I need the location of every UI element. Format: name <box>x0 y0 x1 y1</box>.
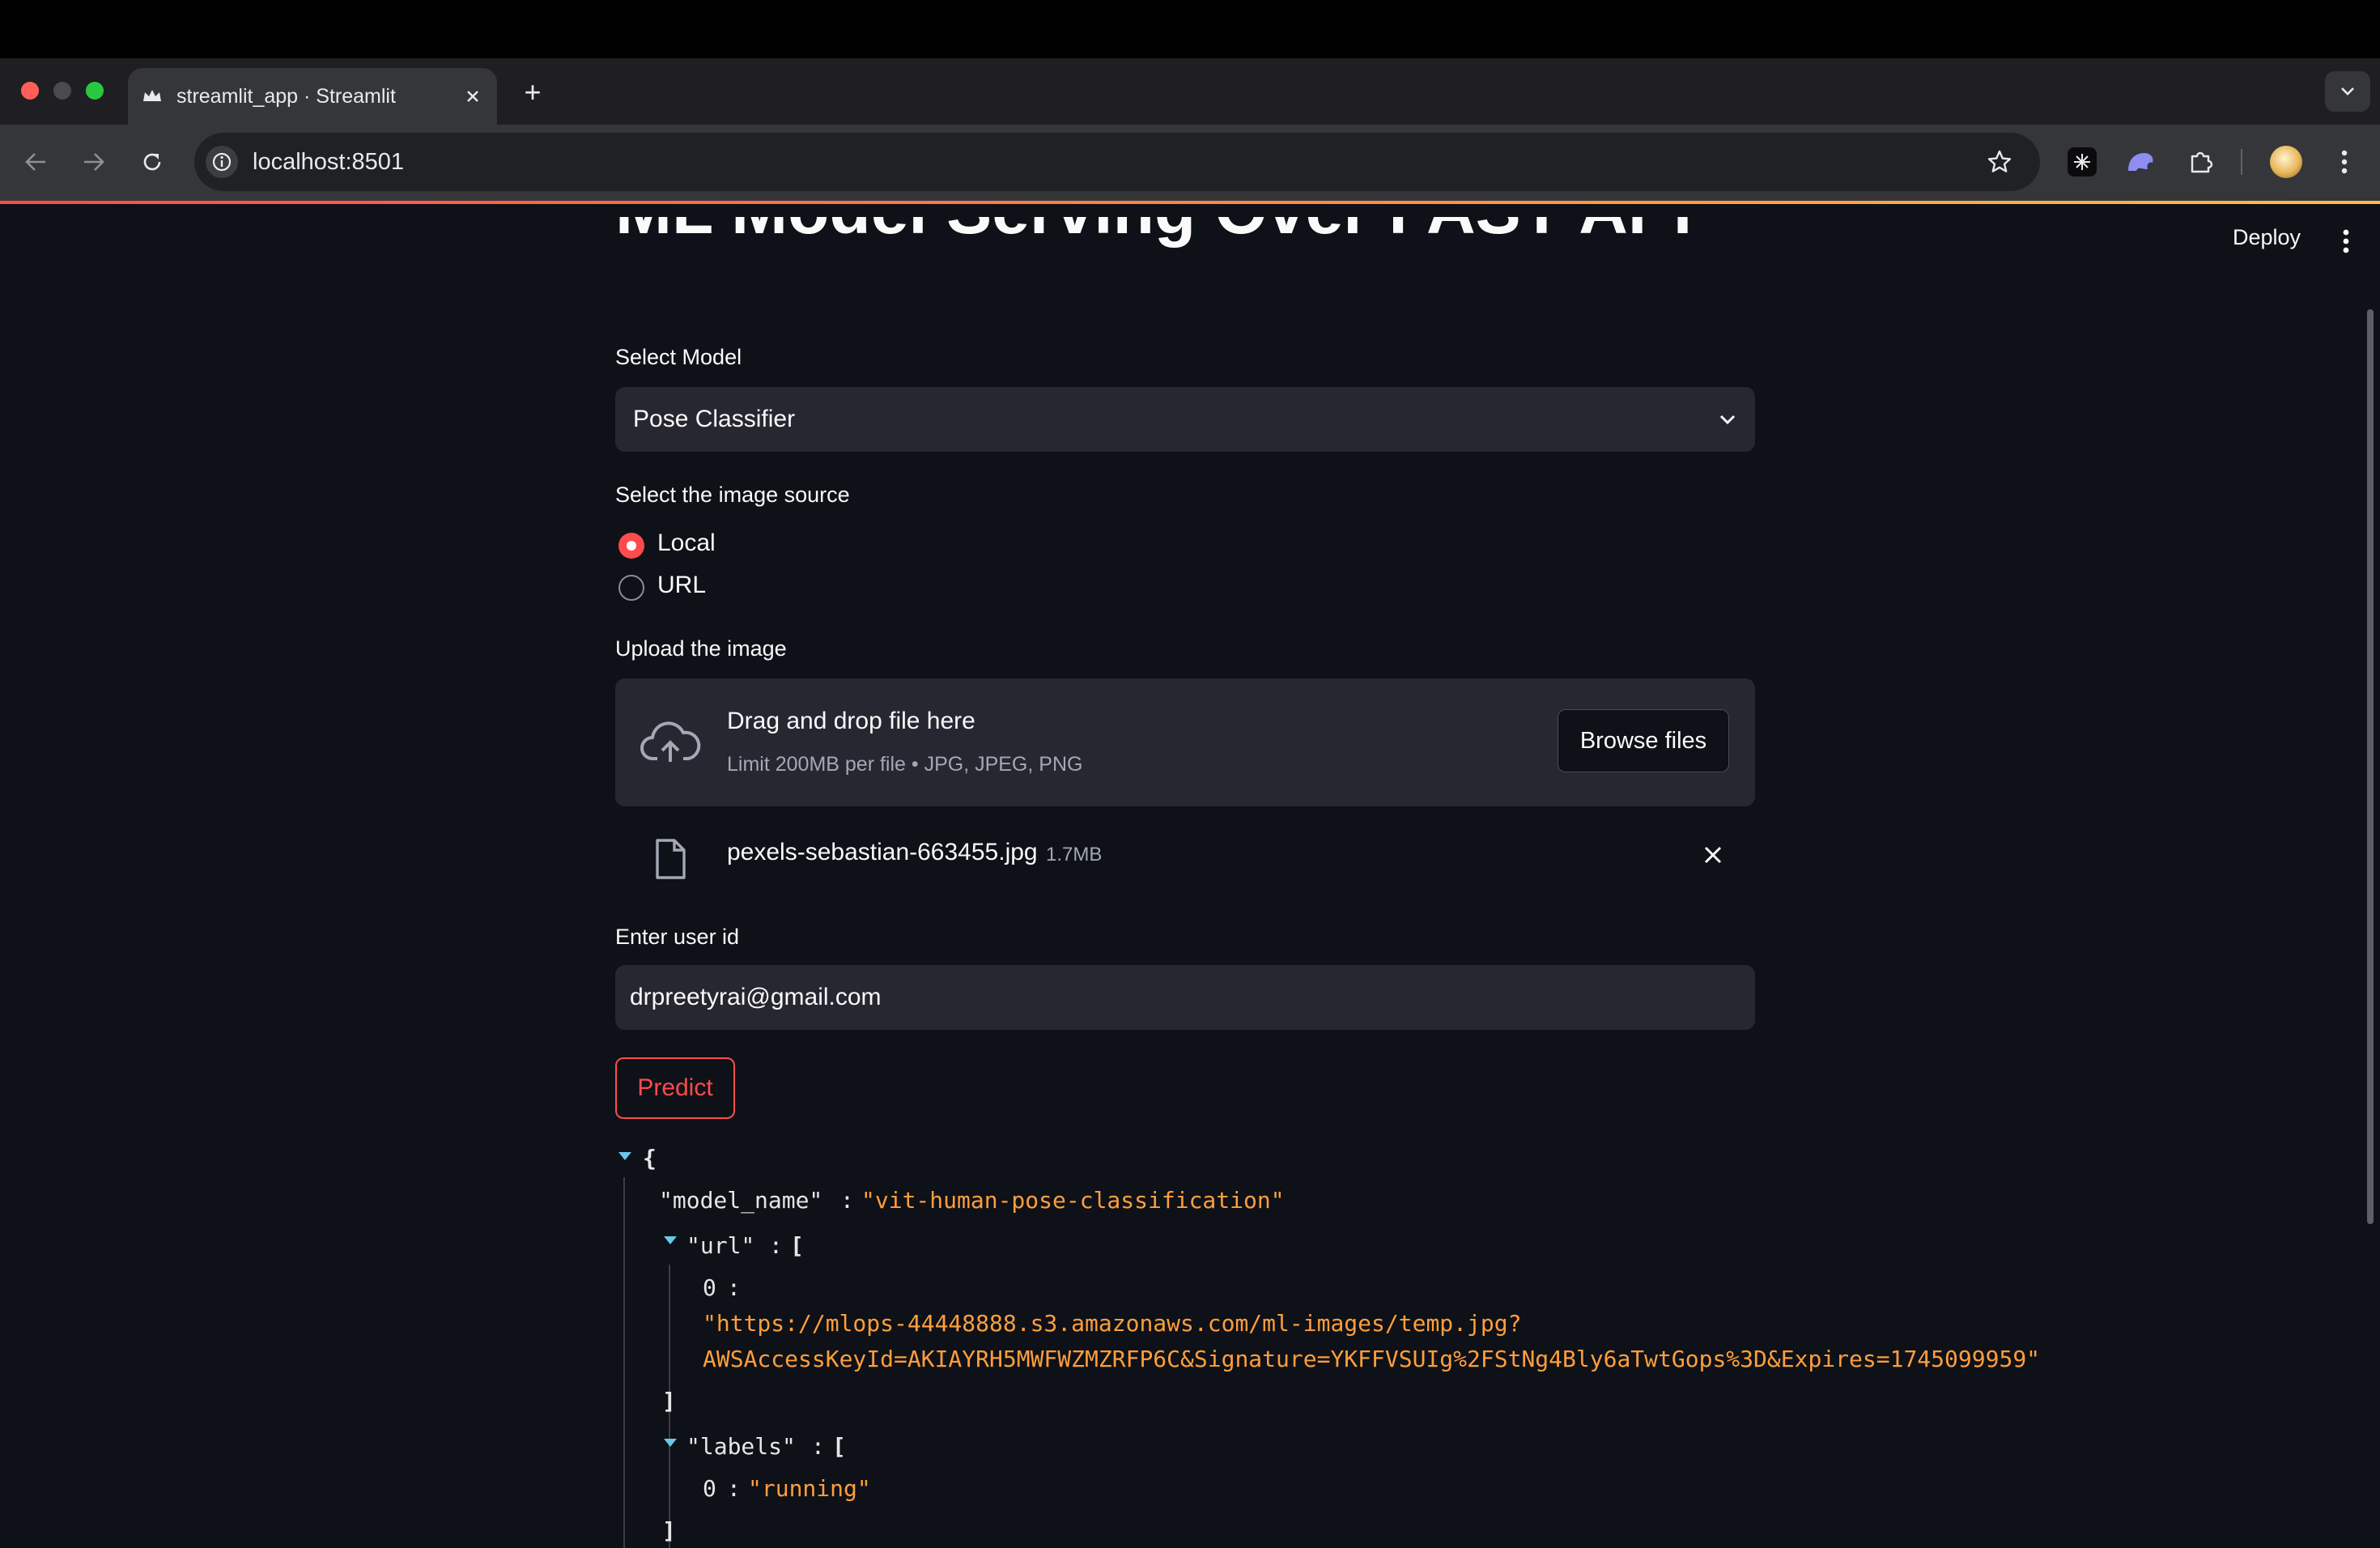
model-select-value: Pose Classifier <box>633 406 796 432</box>
extensions-puzzle-icon[interactable] <box>2182 144 2218 180</box>
file-dropzone[interactable]: Drag and drop file here Limit 200MB per … <box>615 678 1755 806</box>
json-url-value-line2: AWSAccessKeyId=AKIAYRH5MWFWZMZRFP6C&Sign… <box>703 1346 2041 1372</box>
json-open-bracket: [ <box>790 1232 804 1259</box>
extension-icon[interactable] <box>2068 147 2097 176</box>
collapse-toggle-icon[interactable] <box>661 1433 680 1452</box>
cloud-upload-icon <box>640 714 701 771</box>
json-url-index: 0 <box>703 1274 716 1301</box>
deploy-button[interactable]: Deploy <box>2233 225 2301 250</box>
radio-local-label[interactable]: Local <box>657 529 716 557</box>
streamlit-crown-icon <box>141 85 164 108</box>
minimize-window-icon[interactable] <box>53 82 71 100</box>
maximize-window-icon[interactable] <box>86 82 104 100</box>
chevron-down-icon <box>1715 406 1740 432</box>
radio-dot <box>627 541 636 551</box>
extension-icon[interactable] <box>2123 146 2158 178</box>
close-window-icon[interactable] <box>21 82 39 100</box>
back-icon[interactable] <box>16 144 55 180</box>
browser-menu-icon[interactable] <box>2328 144 2361 180</box>
site-info-icon[interactable] <box>206 146 238 178</box>
address-url[interactable]: localhost:8501 <box>253 133 404 191</box>
image-source-label: Select the image source <box>615 483 850 507</box>
radio-url[interactable] <box>618 575 644 601</box>
select-model-label: Select Model <box>615 345 742 369</box>
json-colon: : <box>840 1187 854 1214</box>
user-id-input[interactable]: drpreetyrai@gmail.com <box>615 965 1755 1030</box>
tab-search-icon[interactable] <box>2325 71 2370 112</box>
json-key-labels: "labels" <box>686 1433 796 1460</box>
json-colon: : <box>727 1274 741 1301</box>
streamlit-app: Deploy ML Model Serving Over FAST API Se… <box>0 204 2380 1548</box>
json-key-url: "url" <box>686 1232 755 1259</box>
address-bar[interactable] <box>194 133 2040 191</box>
reload-icon[interactable] <box>133 144 172 180</box>
json-value-model-name: "vit-human-pose-classification" <box>861 1187 1285 1214</box>
user-id-label: Enter user id <box>615 925 740 949</box>
dropzone-hint: Limit 200MB per file • JPG, JPEG, PNG <box>727 753 1083 776</box>
file-icon <box>648 834 693 884</box>
app-menu-icon[interactable] <box>2335 225 2357 257</box>
profile-avatar[interactable] <box>2270 146 2302 178</box>
browser-tab[interactable]: streamlit_app · Streamlit <box>128 68 497 125</box>
bookmark-star-icon[interactable] <box>1982 144 2017 180</box>
json-close-bracket: ] <box>662 1517 676 1544</box>
json-open-bracket: [ <box>832 1433 846 1460</box>
json-open-brace: { <box>643 1145 657 1172</box>
forward-icon[interactable] <box>74 144 113 180</box>
json-colon: : <box>727 1475 741 1502</box>
title-clip <box>0 204 2105 217</box>
remove-file-icon[interactable] <box>1698 840 1728 870</box>
json-colon: : <box>811 1433 825 1460</box>
new-tab-icon[interactable]: + <box>515 74 550 110</box>
json-labels-value: "running" <box>748 1475 871 1502</box>
json-close-bracket: ] <box>662 1388 676 1414</box>
tab-title: streamlit_app · Streamlit <box>176 85 396 108</box>
os-top-bar <box>0 0 2380 58</box>
json-key-model-name: "model_name" <box>659 1187 823 1214</box>
user-id-value: drpreetyrai@gmail.com <box>630 984 882 1010</box>
dropzone-title: Drag and drop file here <box>727 708 975 734</box>
collapse-toggle-icon[interactable] <box>615 1146 635 1166</box>
json-colon: : <box>769 1232 783 1259</box>
radio-url-label[interactable]: URL <box>657 572 706 599</box>
toolbar-divider <box>2241 149 2242 175</box>
page-scrollbar[interactable] <box>2367 309 2374 1224</box>
uploaded-file-name: pexels-sebastian-663455.jpg <box>727 839 1038 865</box>
close-tab-icon[interactable] <box>460 83 486 109</box>
upload-label: Upload the image <box>615 636 787 661</box>
json-url-value-line1: "https://mlops-44448888.s3.amazonaws.com… <box>703 1310 1522 1337</box>
radio-local[interactable] <box>618 533 644 559</box>
predict-button[interactable]: Predict <box>615 1057 735 1119</box>
uploaded-file-size: 1.7MB <box>1046 844 1103 865</box>
model-select[interactable]: Pose Classifier <box>615 387 1755 452</box>
json-indent-guide <box>623 1177 625 1548</box>
collapse-toggle-icon[interactable] <box>661 1231 680 1250</box>
json-labels-index: 0 <box>703 1475 716 1502</box>
browse-files-button[interactable]: Browse files <box>1558 709 1729 772</box>
